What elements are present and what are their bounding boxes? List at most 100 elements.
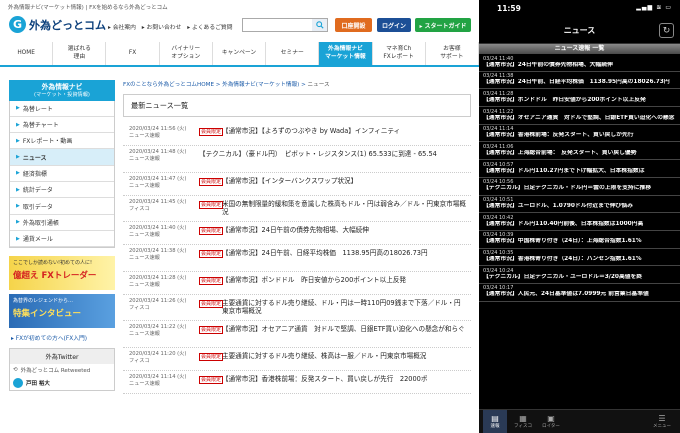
start-guide-button[interactable]: ▸ スタートガイド	[415, 18, 471, 32]
sidebar-item-label: 統計データ	[22, 187, 53, 195]
site-logo[interactable]: G 外為どっとコム	[9, 16, 106, 33]
news-row[interactable]: 2020/03/24 11:38 (火) ニュース速報 会員限定 【通常市況】24日午…	[123, 245, 471, 272]
list-item[interactable]: 03/24 11:38 【通常市況】24日午前、日経平均株価 1138.95円高の…	[479, 72, 680, 90]
list-item[interactable]: 03/24 11:22 【通常市況】オセアニア通貨 対ドルで堅調、日銀ETF買い迫…	[479, 107, 680, 125]
login-button[interactable]: ログイン	[377, 18, 411, 32]
arrow-icon: ▶	[16, 137, 20, 144]
nav-campaign[interactable]: キャンペーン	[213, 42, 267, 65]
news-row[interactable]: 2020/03/24 11:26 (火) フィスコ 会員限定 主要通貨に対するドル売り…	[123, 295, 471, 321]
twitter-heading: 外為Twitter	[10, 349, 114, 365]
news-headline[interactable]: 【通常市況】香港株前場：反発スタート、買い戻しが先行 22000ポ	[222, 375, 467, 384]
sidebar-item-rates[interactable]: ▶ 為替レート	[10, 101, 114, 117]
list-item[interactable]: 03/24 10:51 【通常市況】ユーロドル、1.0790ドル付近まで伸び悩み	[479, 196, 680, 214]
app-title: ニュース	[563, 26, 596, 35]
nav-seminar[interactable]: セミナー	[266, 42, 320, 65]
breadcrumb-links[interactable]: FXのことなら外為どっとコムHOME > 外為情報ナビ(マーケット情報) >	[123, 82, 308, 88]
list-item[interactable]: 03/24 10:42 【通常市況】ドル円110.40円前後、日本株指数は1000…	[479, 213, 680, 231]
search-button[interactable]	[312, 19, 327, 31]
sidebar-item-trade-data[interactable]: ▶ 取引データ	[10, 198, 114, 215]
news-source: フィスコ	[129, 357, 150, 364]
news-time: 2020/03/24 11:47 (火)	[129, 175, 187, 182]
tab-fisco[interactable]: ▦ フィスコ	[511, 410, 535, 433]
list-item[interactable]: 03/24 11:28 【通常市況】ポンドドル 昨日安値から200ポイント以上反発	[479, 89, 680, 108]
fx-beginner-link[interactable]: ▸ FXが初めての方へ(FX入門)	[9, 333, 115, 342]
news-row[interactable]: 2020/03/24 11:40 (火) ニュース速報 会員限定 【通常市況】24日午…	[123, 222, 471, 245]
company-link[interactable]: ▸ 会社案内	[108, 25, 136, 31]
nav-market-info[interactable]: 外為情報ナビ マーケット情報	[319, 42, 373, 65]
list-item[interactable]: 03/24 11:06 【通常市況】上海総合前場： 反発スタート、買い戻し優勢	[479, 142, 680, 161]
news-headline: 【通常市況】ユーロドル、1.0790ドル付近まで伸び悩み	[483, 203, 633, 209]
tab-reuters[interactable]: ▣ ロイター	[539, 410, 563, 433]
news-headline[interactable]: 【通常市況】ポンドドル 昨日安値から200ポイント以上反発	[222, 276, 467, 285]
news-headline[interactable]: 【通常市況】24日午前の債券先物相場、大幅続伸	[222, 226, 467, 235]
interview-banner[interactable]: 為替界のレジェンドから… 特集インタビュー	[9, 294, 115, 329]
sidebar-item-label: 外為取引通帳	[22, 219, 59, 227]
page-title: 最新ニュース一覧	[123, 94, 471, 117]
news-meta: 2020/03/24 11:22 (火) ニュース速報	[129, 324, 199, 338]
list-item[interactable]: 03/24 10:56 【テクニカル】日足テクニカル・ドル円＝雲の上限を支持に推移	[479, 178, 680, 196]
tab-label: フィスコ	[514, 424, 532, 429]
news-headline: 【通常市況】24日午前の債券先物相場、大幅続伸	[483, 61, 613, 68]
search-icon	[315, 21, 324, 29]
news-row[interactable]: 2020/03/24 11:56 (火) ニュース速報 会員限定 【通常市況】【よろず…	[123, 123, 471, 146]
nav-fx-report[interactable]: マネ育Ch FXレポート	[373, 42, 426, 65]
sidebar-item-mail[interactable]: ▶ 通貨メール	[10, 231, 114, 248]
news-row[interactable]: 2020/03/24 11:20 (火) フィスコ 会員限定 主要通貨に対するドル売り…	[123, 348, 471, 371]
news-row[interactable]: 2020/03/24 11:14 (火) ニュース速報 会員限定 【通常市況】香港株前…	[123, 371, 471, 394]
list-item[interactable]: 03/24 10:35 【通常市況】香港株寄り付き（24日）：ハンセン指数1.61…	[479, 249, 680, 267]
menu-icon: ☰	[658, 414, 666, 423]
arrow-icon: ▶	[16, 121, 20, 128]
news-headline[interactable]: 【テクニカル】（豪ドル円） ピボット・レジスタンス(1) 65.533に到達 -…	[199, 150, 467, 159]
list-item[interactable]: 03/24 10:17 【通常市況】人民元、24日基準値は7.0999元 前営業日…	[479, 284, 680, 302]
nav-fx[interactable]: FX	[106, 42, 160, 65]
nav-support[interactable]: お客様 サポート	[426, 42, 479, 65]
news-row[interactable]: 2020/03/24 11:47 (火) ニュース速報 会員限定 【通常市況】【インタ…	[123, 173, 471, 196]
sidebar-item-news[interactable]: ▶ ニュース	[10, 149, 114, 166]
twitter-user[interactable]: 戸田 裕大	[10, 376, 114, 390]
app-header: ニュース ↻	[479, 18, 680, 44]
nav-home[interactable]: HOME	[0, 42, 54, 65]
tab-menu[interactable]: ☰ メニュー	[650, 410, 674, 433]
news-headline: 【通常市況】ドル円110.27円まで下げ幅拡大、日本株指数は	[483, 167, 645, 174]
sidebar-item-label: FXレポート・動画	[22, 138, 73, 146]
news-headline[interactable]: 米国の無制限量的緩和策を意識した株高もドル・円は弱含み／ドル・円東京市場概況	[222, 200, 467, 218]
news-headline[interactable]: 【通常市況】【インターバンクスワップ状況】	[222, 177, 467, 186]
reuters-icon: ▣	[547, 414, 555, 423]
news-row[interactable]: 2020/03/24 11:45 (火) フィスコ 会員限定 米国の無制限量的緩和策を…	[123, 196, 471, 222]
news-meta: 2020/03/24 11:26 (火) フィスコ	[129, 298, 199, 312]
sidebar-item-indicators[interactable]: ▶ 経済指標	[10, 166, 114, 183]
trader-banner[interactable]: ここでしか読めない!初めての人に! 億超え FXトレーダー	[9, 256, 115, 291]
sidebar-item-label: ニュース	[22, 154, 47, 162]
news-headline[interactable]: 【通常市況】24日午前、日経平均株価 1138.95円高の18026.73円	[222, 249, 467, 258]
news-headline[interactable]: 主要通貨に対するドル売り継続、株高は一服／ドル・円東京市場概況	[222, 352, 467, 361]
sidebar-item-statistics[interactable]: ▶ 統計データ	[10, 182, 114, 199]
members-only-badge: 会員限定	[199, 250, 224, 258]
arrow-icon: ▶	[16, 170, 20, 177]
list-item[interactable]: 03/24 10:24 【テクニカル】日足テクニカル・ユーロドル＝3/20高値を終	[479, 266, 680, 284]
nav-binary-option[interactable]: バイナリー オプション	[160, 42, 213, 65]
list-item[interactable]: 03/24 10:39 【通常市況】中国株寄り付き（24日）：上海総合指数1.61…	[479, 231, 680, 249]
sidebar-title: 外為情報ナビ (マーケット・投資情報)	[9, 80, 115, 101]
list-item[interactable]: 03/24 10:57 【通常市況】ドル円110.27円まで下げ幅拡大、日本株指数…	[479, 160, 680, 178]
list-item[interactable]: 03/24 11:40 【通常市況】24日午前の債券先物相場、大幅続伸	[479, 54, 680, 72]
sidebar-item-fx-report[interactable]: ▶ FXレポート・動画	[10, 133, 114, 150]
news-headline: 【通常市況】香港株前場：反発スタート、買い戻しが先行	[483, 132, 634, 139]
news-headline[interactable]: 【通常市況】オセアニア通貨 対ドルで堅調、日銀ETF買い迫化への懸念が和らぐ	[222, 325, 467, 334]
nav-reasons[interactable]: 選ばれる 理由	[53, 42, 107, 65]
news-headline[interactable]: 【通常市況】【よろずのつぶやき by Wada】インフィニティ	[222, 127, 467, 136]
refresh-button[interactable]: ↻	[659, 23, 674, 38]
list-item[interactable]: 03/24 11:14 【通常市況】香港株前場：反発スタート、買い戻しが先行	[479, 125, 680, 143]
open-account-button[interactable]: 口座開設	[335, 18, 372, 32]
news-row[interactable]: 2020/03/24 11:28 (火) ニュース速報 会員限定 【通常市況】ポンドド…	[123, 272, 471, 295]
tab-flash[interactable]: ▤ 速報	[483, 410, 507, 433]
utility-links: ▸ 会社案内 ▸ お問い合わせ ▸ よくあるご質問	[108, 22, 237, 31]
members-only-badge: 会員限定	[199, 326, 224, 334]
news-row[interactable]: 2020/03/24 11:22 (火) ニュース速報 会員限定 【通常市況】オセアニ…	[123, 321, 471, 348]
faq-link[interactable]: ▸ よくあるご質問	[187, 25, 232, 31]
global-nav: HOME 選ばれる 理由 FX バイナリー オプション キャンペーン セミナー …	[0, 42, 479, 67]
sidebar-item-passbook[interactable]: ▶ 外為取引通帳	[10, 215, 114, 231]
news-headline[interactable]: 主要通貨に対するドル売り継続、ドル・円は一時110円09銭まで下落／ドル・円東京…	[222, 299, 467, 317]
news-row[interactable]: 2020/03/24 11:48 (火) ニュース速報 【テクニカル】（豪ドル円） …	[123, 146, 471, 173]
sidebar-item-charts[interactable]: ▶ 為替チャート	[10, 117, 114, 134]
contact-link[interactable]: ▸ お問い合わせ	[142, 25, 182, 31]
